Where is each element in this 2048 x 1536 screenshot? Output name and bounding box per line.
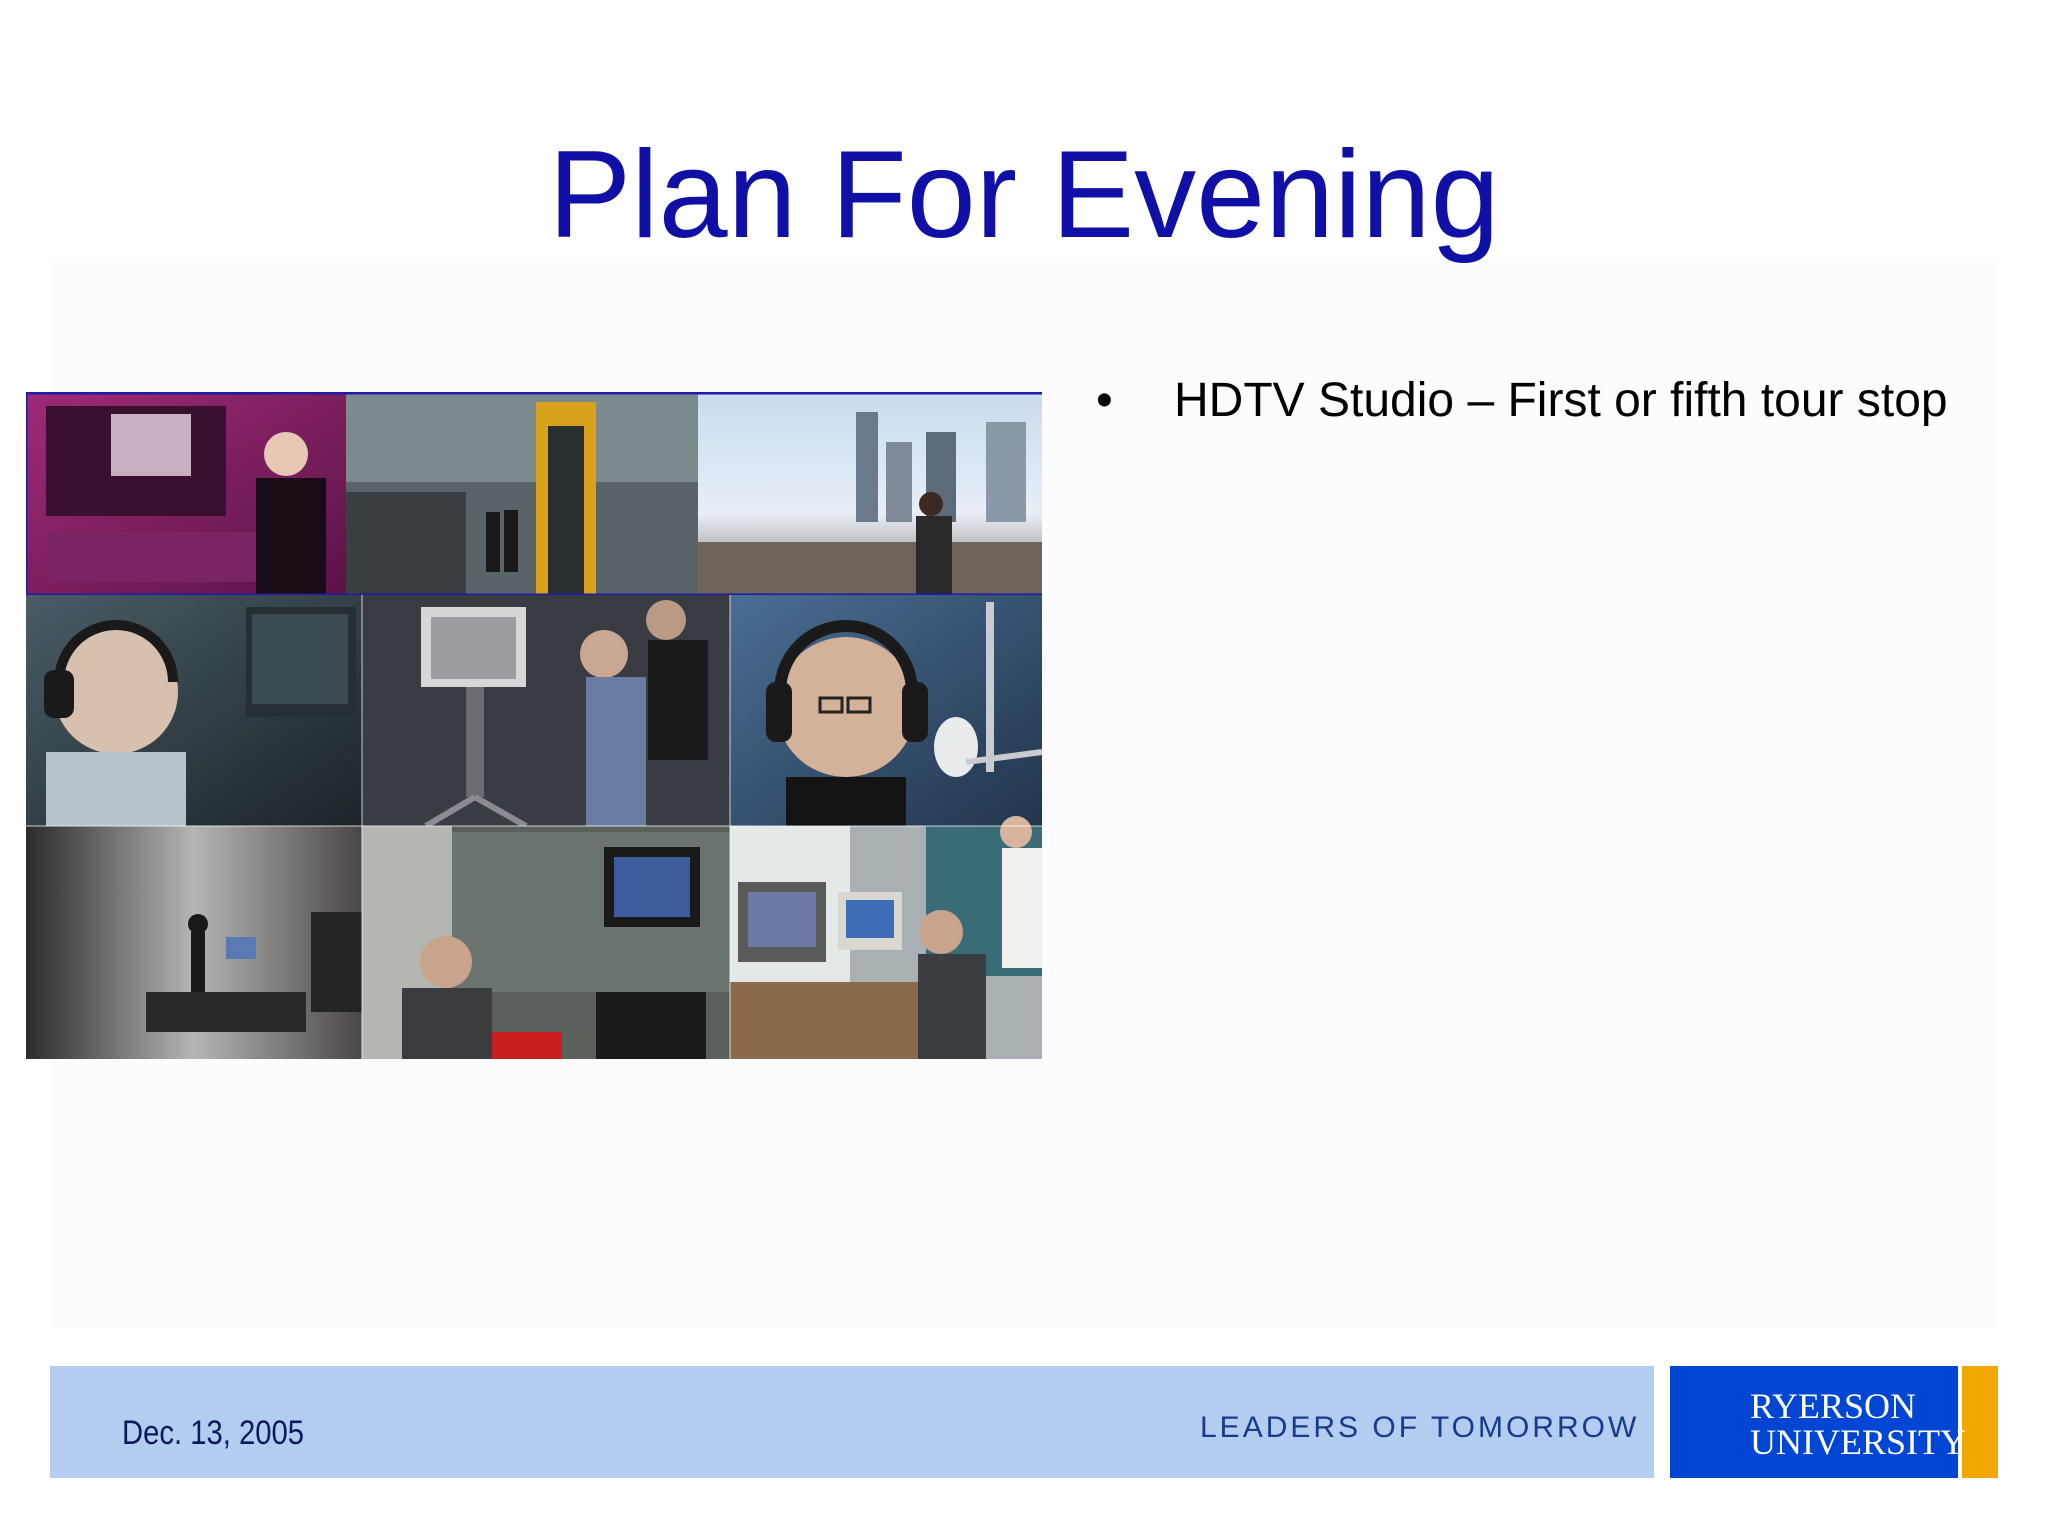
photo-studio-camera bbox=[362, 595, 730, 829]
ryerson-university-logo: RYERSON UNIVERSITY bbox=[1670, 1366, 1998, 1478]
footer-tagline: LEADERS OF TOMORROW bbox=[1200, 1411, 1640, 1444]
logo-line-1: RYERSON bbox=[1750, 1386, 1916, 1426]
photo-editing-suite bbox=[730, 816, 1042, 1059]
photo-collage bbox=[26, 392, 1042, 1059]
bullet-list: HDTV Studio – First or fifth tour stop bbox=[1096, 366, 2026, 436]
photo-audio-booth bbox=[730, 595, 1042, 826]
photo-building-atrium bbox=[346, 392, 698, 595]
slide: Plan For Evening HDTV Studio – First or … bbox=[0, 0, 2048, 1536]
photo-city-street bbox=[698, 392, 1042, 595]
photo-film-set bbox=[26, 826, 362, 1059]
slide-title: Plan For Evening bbox=[548, 126, 1500, 264]
photo-headset-operator bbox=[26, 595, 362, 826]
photo-classroom bbox=[362, 826, 730, 1059]
logo-line-2: UNIVERSITY bbox=[1750, 1422, 1966, 1462]
photo-control-room bbox=[26, 392, 346, 595]
footer-date: Dec. 13, 2005 bbox=[122, 1414, 305, 1452]
bullet-item: HDTV Studio – First or fifth tour stop bbox=[1096, 366, 2026, 436]
